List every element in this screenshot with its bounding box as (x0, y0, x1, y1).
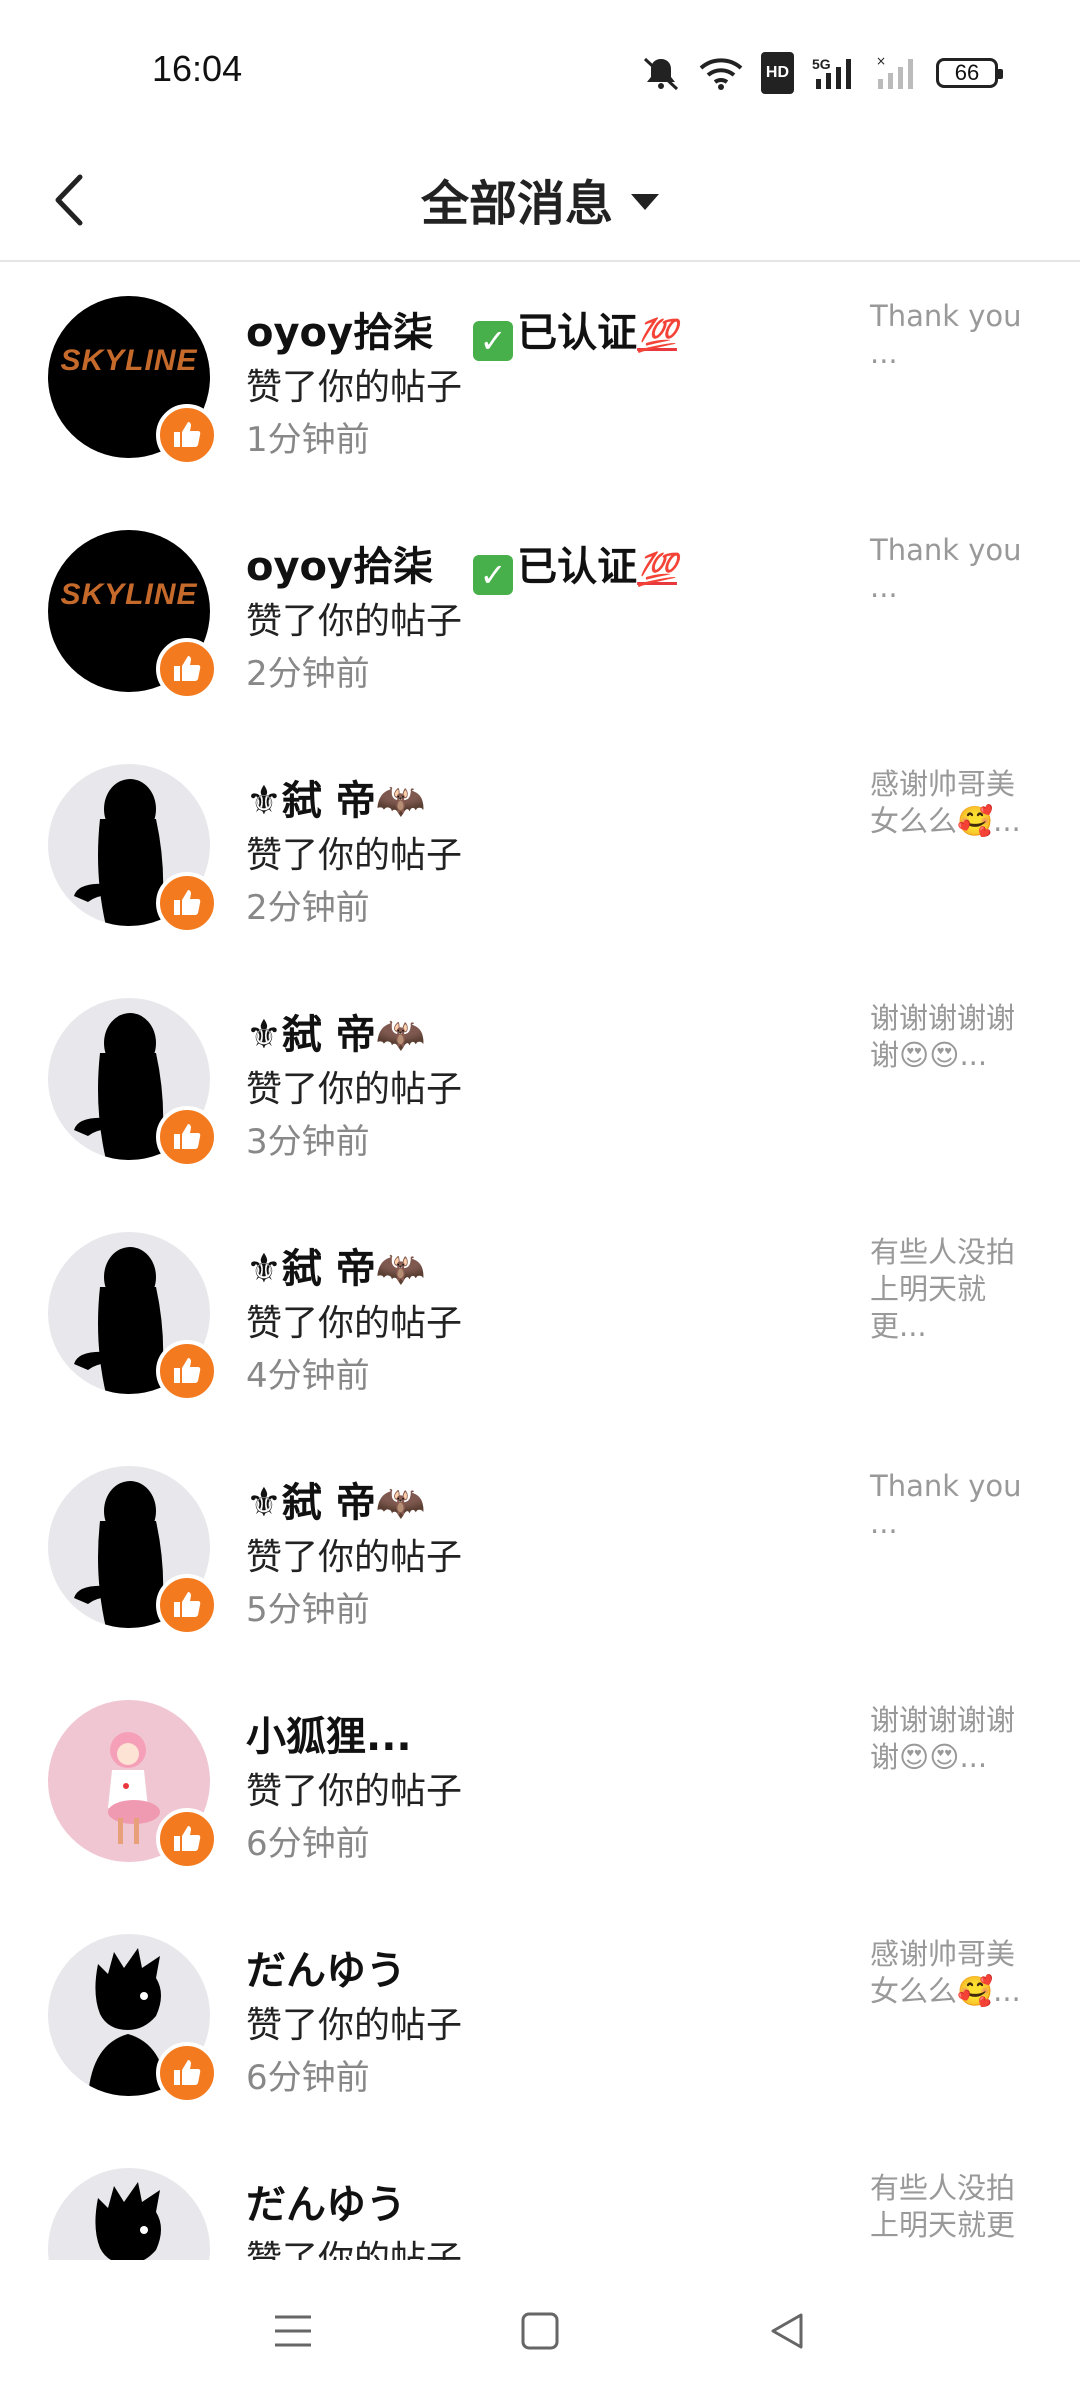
header: 全部消息 (0, 140, 1080, 262)
message-preview: Thank you ... (870, 299, 1022, 370)
message-filter-dropdown[interactable]: 全部消息 (0, 164, 1080, 234)
verified-label: 已认证 (517, 310, 638, 356)
verified-label: 已认证 (517, 544, 638, 590)
battery-level: 66 (954, 60, 980, 85)
sender-name: だんゆう (246, 2182, 406, 2228)
avatar-logo-text: SKYLINE (60, 578, 198, 611)
thumbs-up-icon (156, 1340, 218, 1402)
list-item[interactable]: 小狐狸... 赞了你的帖子 6分钟前 谢谢谢谢谢谢😍😍... (0, 1666, 1080, 1900)
message-preview: 谢谢谢谢谢谢😍😍... (870, 1001, 1016, 1072)
action-text: 赞了你的帖子 (246, 2239, 463, 2260)
message-preview: Thank you ... (870, 533, 1022, 604)
svg-text:5G: 5G (812, 56, 831, 72)
message-list[interactable]: SKYLINE oyoy拾柒 ✓ 已认证💯 赞了你的帖子 1分钟前 Thank yo… (0, 262, 1080, 2260)
action-text: 赞了你的帖子 (246, 1537, 463, 1578)
action-text: 赞了你的帖子 (246, 1771, 463, 1812)
timestamp: 2分钟前 (246, 654, 370, 694)
sender-name: だんゆう (246, 1948, 406, 1994)
list-item[interactable]: ⚜弑 帝🦇 赞了你的帖子 4分钟前 有些人没拍上明天就更... (0, 1198, 1080, 1432)
home-square-icon (521, 2312, 559, 2350)
action-text: 赞了你的帖子 (246, 367, 463, 408)
caret-down-icon (631, 194, 659, 210)
list-item[interactable]: SKYLINE oyoy拾柒 ✓ 已认证💯 赞了你的帖子 2分钟前 Thank yo… (0, 496, 1080, 730)
list-item[interactable]: だんゆう 赞了你的帖子 6分钟前 感谢帅哥美女么么🥰... (0, 1900, 1080, 2134)
verified-check-icon: ✓ (473, 555, 514, 595)
message-preview: 感谢帅哥美女么么🥰... (870, 767, 1021, 838)
system-nav-bar (0, 2262, 1080, 2400)
sender-name: ⚜弑 帝🦇 (246, 778, 426, 824)
timestamp: 5分钟前 (246, 1590, 370, 1630)
message-preview: 感谢帅哥美女么么🥰... (870, 1937, 1021, 2008)
hd-icon: HD (760, 52, 794, 94)
signal-2-icon: × (874, 55, 918, 91)
thumbs-up-icon (156, 872, 218, 934)
message-preview: 有些人没拍上明天就更... (870, 1235, 1016, 1343)
sender-name: ⚜弑 帝🦇 (246, 1246, 426, 1292)
status-bar: 16:04 HD 5G × 66 (0, 0, 1080, 140)
silhouette-boy-icon (95, 2182, 161, 2260)
list-item[interactable]: SKYLINE oyoy拾柒 ✓ 已认证💯 赞了你的帖子 1分钟前 Thank yo… (0, 262, 1080, 496)
action-text: 赞了你的帖子 (246, 1069, 463, 1110)
timestamp: 6分钟前 (246, 1824, 370, 1864)
battery-icon: 66 (936, 58, 1003, 88)
status-time: 16:04 (152, 48, 243, 89)
wifi-icon (699, 55, 743, 91)
thumbs-up-icon (156, 404, 218, 466)
action-text: 赞了你的帖子 (246, 2005, 463, 2046)
sender-name: ⚜弑 帝🦇 (246, 1480, 426, 1526)
thumbs-up-icon (156, 1106, 218, 1168)
message-preview: Thank you ... (870, 1469, 1022, 1540)
thumbs-up-icon (156, 1574, 218, 1636)
hundred-emoji: 💯 (637, 316, 677, 354)
sender-name: ⚜弑 帝🦇 (246, 1012, 426, 1058)
svg-text:×: × (876, 55, 886, 68)
timestamp: 2分钟前 (246, 888, 370, 928)
avatar[interactable] (48, 2168, 210, 2260)
sender-name: oyoy拾柒 ✓ 已认证💯 (246, 300, 677, 361)
message-preview: 谢谢谢谢谢谢😍😍... (870, 1703, 1016, 1774)
system-back-button[interactable] (752, 2296, 822, 2366)
list-item[interactable]: ⚜弑 帝🦇 赞了你的帖子 5分钟前 Thank you ... (0, 1432, 1080, 1666)
action-text: 赞了你的帖子 (246, 1303, 463, 1344)
page-title: 全部消息 (420, 176, 613, 232)
menu-icon (275, 2315, 312, 2347)
thumbs-up-icon (156, 638, 218, 700)
status-icons: HD 5G × 66 (641, 52, 1003, 94)
timestamp: 3分钟前 (246, 1122, 370, 1162)
list-item[interactable]: だんゆう 赞了你的帖子 有些人没拍上明天就更 (0, 2134, 1080, 2260)
action-text: 赞了你的帖子 (246, 601, 463, 642)
message-preview: 有些人没拍上明天就更 (870, 2171, 1016, 2242)
timestamp: 6分钟前 (246, 2058, 370, 2098)
verified-check-icon: ✓ (473, 321, 514, 361)
thumbs-up-icon (156, 1808, 218, 1870)
thumbs-up-icon (156, 2042, 218, 2104)
menu-button[interactable] (258, 2296, 328, 2366)
sender-name-text: oyoy拾柒 (246, 310, 434, 356)
timestamp: 4分钟前 (246, 1356, 370, 1396)
back-triangle-icon (771, 2313, 803, 2349)
list-item[interactable]: ⚜弑 帝🦇 赞了你的帖子 3分钟前 谢谢谢谢谢谢😍😍... (0, 964, 1080, 1198)
mute-icon (641, 55, 681, 91)
list-item[interactable]: ⚜弑 帝🦇 赞了你的帖子 2分钟前 感谢帅哥美女么么🥰... (0, 730, 1080, 964)
sender-name: 小狐狸... (246, 1714, 412, 1760)
sender-name-text: oyoy拾柒 (246, 544, 434, 590)
timestamp: 1分钟前 (246, 420, 370, 460)
sender-name: oyoy拾柒 ✓ 已认证💯 (246, 534, 677, 595)
avatar-logo-text: SKYLINE (60, 344, 198, 377)
hundred-emoji: 💯 (637, 550, 677, 588)
signal-5g-icon: 5G (812, 55, 856, 91)
home-button[interactable] (505, 2296, 575, 2366)
action-text: 赞了你的帖子 (246, 835, 463, 876)
